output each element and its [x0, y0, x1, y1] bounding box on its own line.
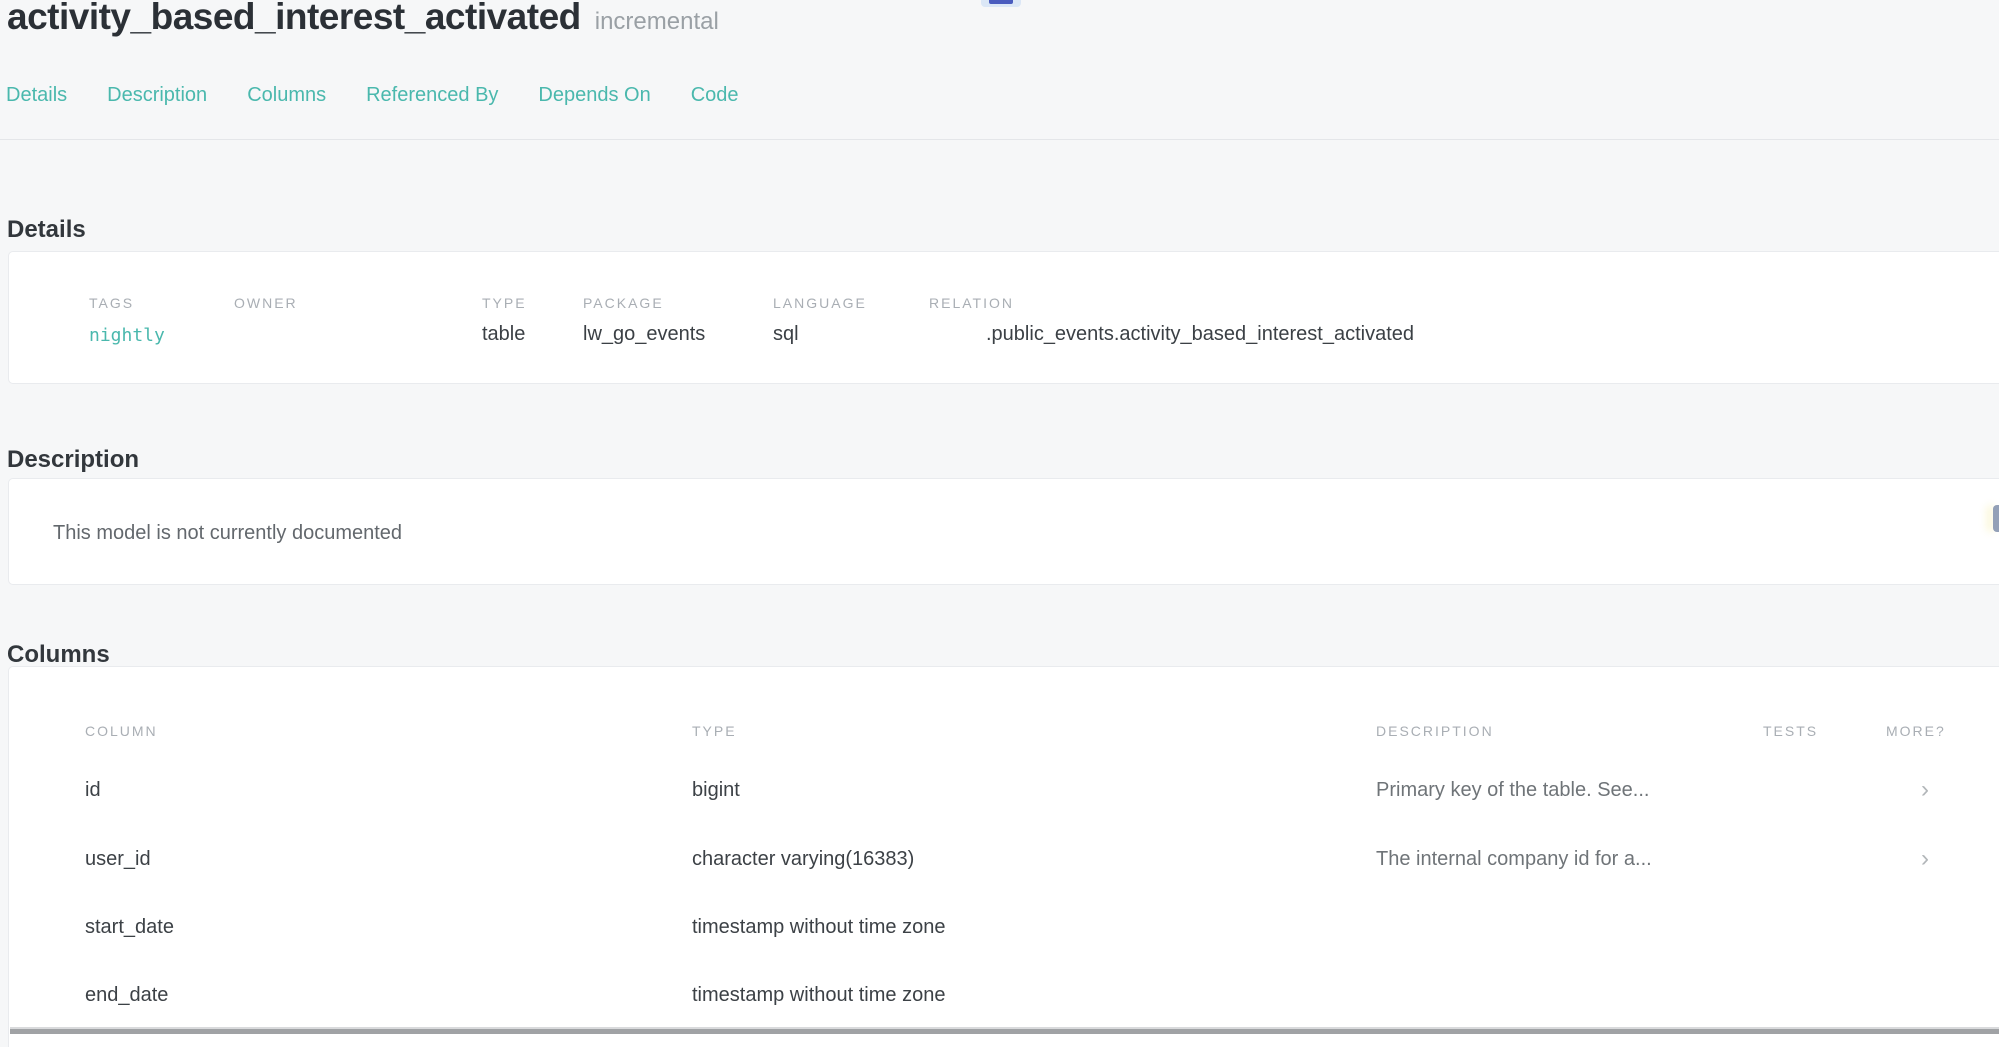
- type-label: TYPE: [482, 295, 527, 311]
- chevron-right-icon[interactable]: ›: [1921, 845, 1929, 873]
- column-header-column: COLUMN: [85, 723, 158, 739]
- top-edge-clipped-element-core: [989, 0, 1013, 4]
- column-desc-cell: Primary key of the table. See...: [1376, 779, 1649, 802]
- tab-code[interactable]: Code: [691, 84, 739, 107]
- column-name-cell: user_id: [85, 848, 151, 871]
- section-nav: Details Description Columns Referenced B…: [6, 84, 739, 107]
- right-edge-clipped-button[interactable]: [1993, 505, 1999, 532]
- description-placeholder-text: This model is not currently documented: [53, 522, 402, 545]
- horizontal-scrollbar-thumb[interactable]: [10, 1029, 1999, 1034]
- column-header-tests: TESTS: [1763, 723, 1818, 739]
- relation-value: .public_events.activity_based_interest_a…: [986, 323, 1414, 346]
- tags-value-nightly[interactable]: nightly: [89, 325, 165, 346]
- details-card: TAGS OWNER TYPE PACKAGE LANGUAGE RELATIO…: [8, 251, 1999, 384]
- column-header-type: TYPE: [692, 723, 737, 739]
- page-title-row: activity_based_interest_activated increm…: [7, 0, 719, 38]
- tab-referenced-by[interactable]: Referenced By: [366, 84, 498, 107]
- package-value: lw_go_events: [583, 323, 705, 346]
- column-name-cell: end_date: [85, 984, 168, 1007]
- column-type-cell: bigint: [692, 779, 740, 802]
- type-value: table: [482, 323, 525, 346]
- column-header-more: MORE?: [1886, 723, 1946, 739]
- table-row-user-id[interactable]: user_id character varying(16383) The int…: [9, 848, 1999, 878]
- column-desc-cell: The internal company id for a...: [1376, 848, 1652, 871]
- language-label: LANGUAGE: [773, 295, 867, 311]
- owner-label: OWNER: [234, 295, 298, 311]
- relation-label: RELATION: [929, 295, 1014, 311]
- details-section-heading: Details: [7, 216, 86, 244]
- tags-label: TAGS: [89, 295, 134, 311]
- column-header-description: DESCRIPTION: [1376, 723, 1494, 739]
- table-row-end-date[interactable]: end_date timestamp without time zone: [9, 984, 1999, 1014]
- column-type-cell: timestamp without time zone: [692, 984, 945, 1007]
- tab-description[interactable]: Description: [107, 84, 207, 107]
- tab-depends-on[interactable]: Depends On: [538, 84, 650, 107]
- column-name-cell: start_date: [85, 916, 174, 939]
- table-row-start-date[interactable]: start_date timestamp without time zone: [9, 916, 1999, 946]
- language-value: sql: [773, 323, 799, 346]
- column-type-cell: character varying(16383): [692, 848, 914, 871]
- tab-columns[interactable]: Columns: [247, 84, 326, 107]
- columns-table-card: COLUMN TYPE DESCRIPTION TESTS MORE? id b…: [8, 666, 1999, 1047]
- description-card: This model is not currently documented: [8, 478, 1999, 585]
- column-type-cell: timestamp without time zone: [692, 916, 945, 939]
- header-divider: [0, 139, 1999, 140]
- columns-section-heading: Columns: [7, 641, 110, 669]
- table-row-id[interactable]: id bigint Primary key of the table. See.…: [9, 779, 1999, 809]
- column-name-cell: id: [85, 779, 101, 802]
- description-section-heading: Description: [7, 446, 139, 474]
- chevron-right-icon[interactable]: ›: [1921, 776, 1929, 804]
- tab-details[interactable]: Details: [6, 84, 67, 107]
- package-label: PACKAGE: [583, 295, 664, 311]
- materialization-badge: incremental: [595, 8, 719, 36]
- model-name-title: activity_based_interest_activated: [7, 0, 581, 38]
